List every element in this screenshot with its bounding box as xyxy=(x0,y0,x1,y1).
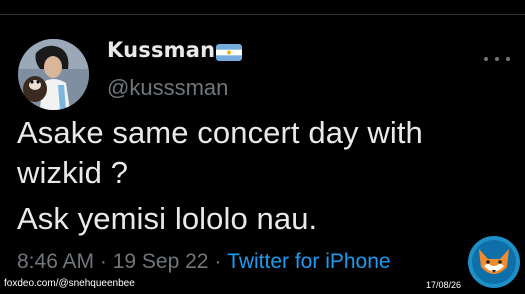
tweet-text-line: Asake same concert day with xyxy=(17,115,423,150)
display-name[interactable]: Kussman xyxy=(107,38,215,62)
tweet-metadata: 8:46 AM · 19 Sep 22 · Twitter for iPhone xyxy=(17,250,391,274)
tweet-date[interactable]: 19 Sep 22 xyxy=(113,250,209,274)
more-dot xyxy=(495,57,499,61)
more-dot xyxy=(484,57,488,61)
meta-separator: · xyxy=(94,250,113,273)
avatar[interactable] xyxy=(18,39,89,110)
tweet-text-line: Ask yemisi lololo nau. xyxy=(17,201,318,236)
tweet-text-line: wizkid ? xyxy=(17,155,129,190)
more-options-icon[interactable] xyxy=(484,52,510,66)
more-dot xyxy=(506,57,510,61)
tweet-time[interactable]: 8:46 AM xyxy=(17,250,94,274)
argentina-flag-icon xyxy=(216,44,242,61)
top-divider xyxy=(0,14,525,15)
meta-separator: · xyxy=(208,250,228,273)
user-handle[interactable]: @kusssman xyxy=(107,75,228,101)
watermark-date: 17/08/26 xyxy=(426,280,462,290)
fox-logo-icon xyxy=(467,235,521,289)
watermark-site-handle: foxdeo.com/@snehqueenbee xyxy=(4,278,135,289)
tweet-source-link[interactable]: Twitter for iPhone xyxy=(227,250,390,274)
